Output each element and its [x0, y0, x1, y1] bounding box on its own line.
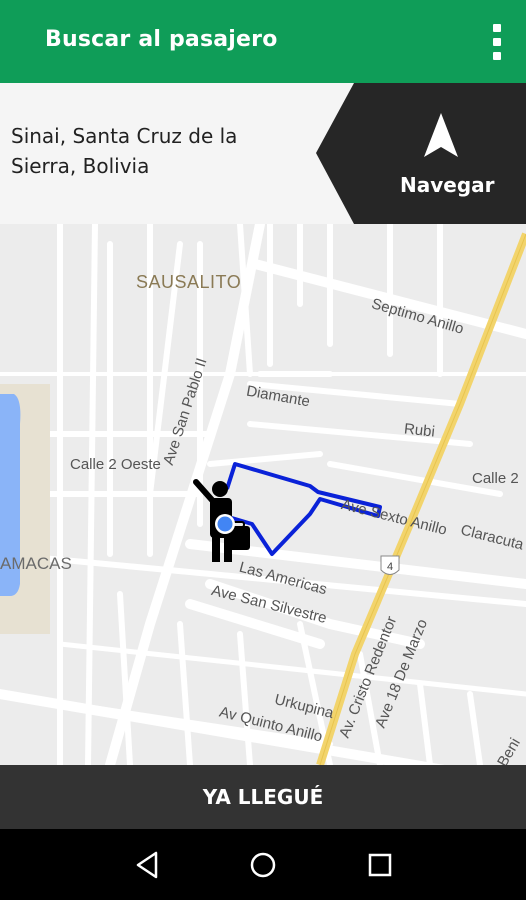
- map-label-calle-2: Calle 2: [472, 470, 519, 487]
- overflow-menu-icon[interactable]: [490, 24, 504, 60]
- map-label-rubi: Rubi: [403, 420, 436, 441]
- home-icon[interactable]: [245, 847, 281, 883]
- page-title: Buscar al pasajero: [45, 27, 278, 52]
- pickup-address: Sinai, Santa Cruz de la Sierra, Bolivia: [11, 121, 311, 181]
- arrived-button[interactable]: YA LLEGUÉ: [0, 765, 526, 829]
- arrived-label: YA LLEGUÉ: [202, 785, 324, 809]
- back-icon[interactable]: [130, 847, 166, 883]
- address-line-1: Sinai, Santa Cruz de la: [11, 124, 238, 148]
- map-label-amacas: AMACAS: [0, 554, 72, 573]
- app-bar: Buscar al pasajero: [0, 0, 526, 83]
- navigate-button[interactable]: Navegar: [316, 83, 526, 224]
- navigation-arrow-icon: [424, 113, 458, 157]
- address-line-2: Sierra, Bolivia: [11, 154, 150, 178]
- navigate-label: Navegar: [400, 173, 495, 197]
- recents-icon[interactable]: [362, 847, 398, 883]
- route-shield-label: 4: [387, 561, 393, 573]
- map-label-calle-2-oeste: Calle 2 Oeste: [70, 456, 161, 473]
- map-view[interactable]: 4 SAUSALITO Septimo Anillo Diamante Rubi…: [0, 224, 526, 765]
- system-nav-bar: [0, 829, 526, 900]
- map-label-sausalito: SAUSALITO: [136, 272, 242, 292]
- current-location-icon: [215, 514, 235, 534]
